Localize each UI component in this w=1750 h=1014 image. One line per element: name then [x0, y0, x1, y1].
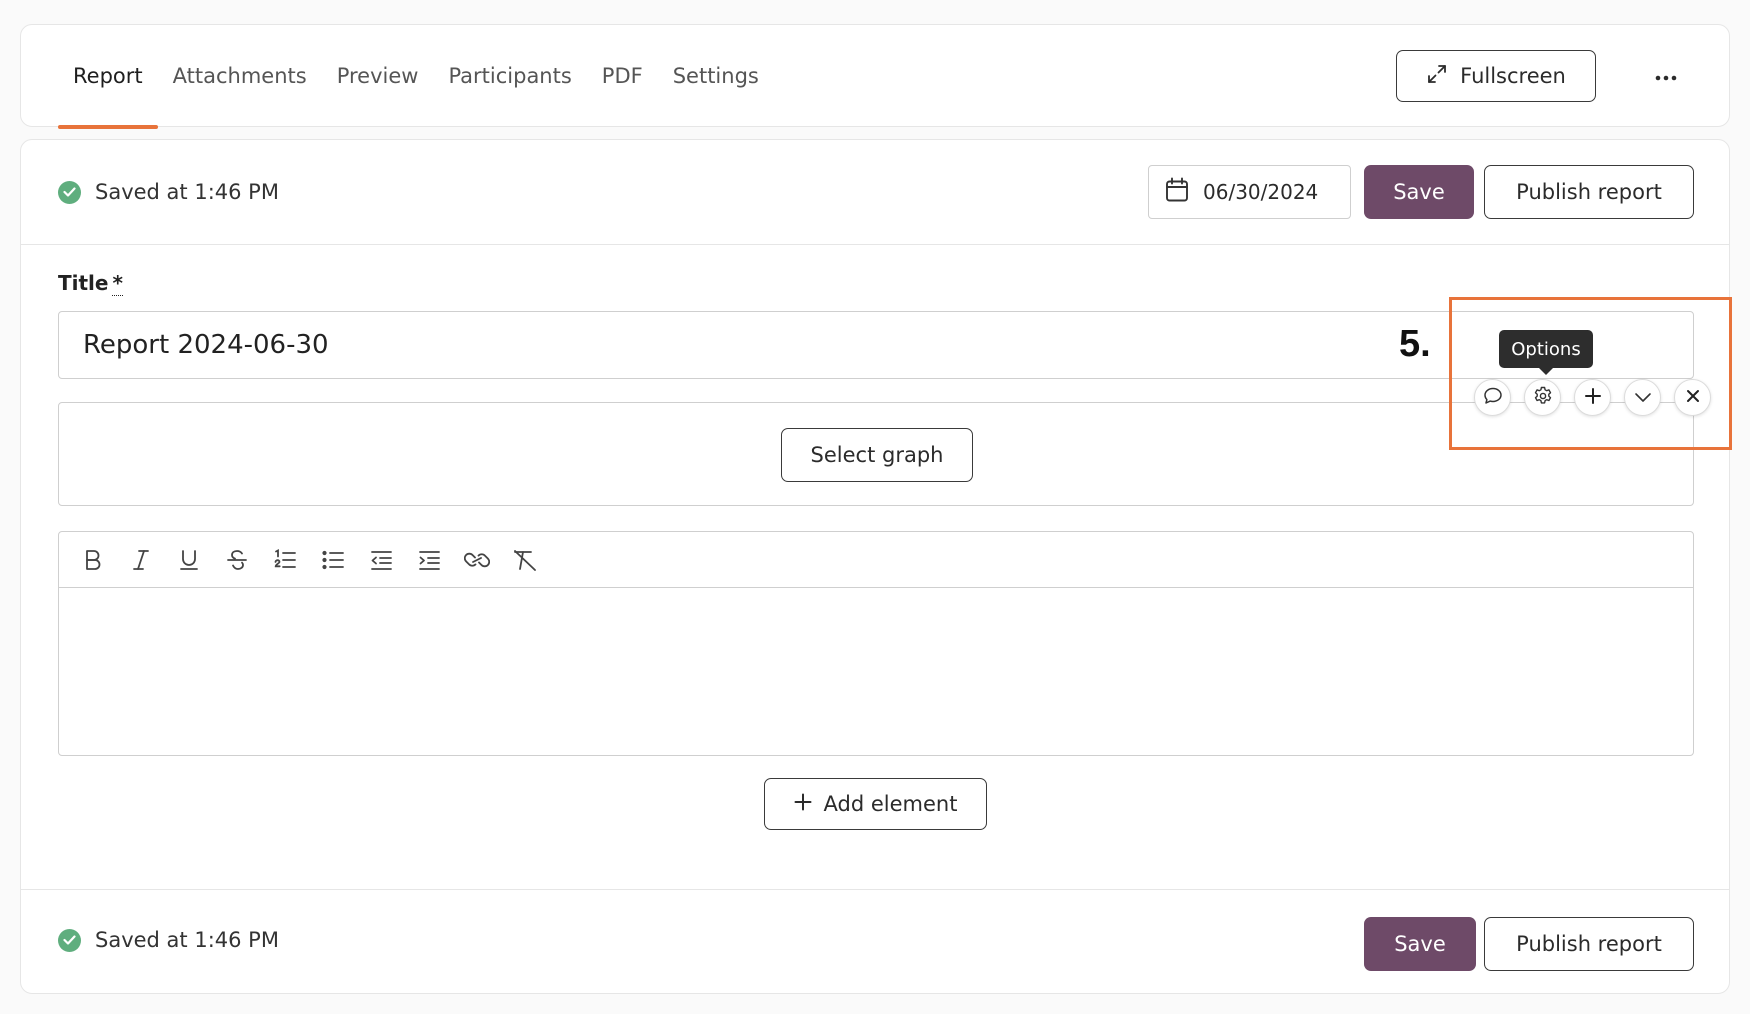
save-status-text: Saved at 1:46 PM — [95, 180, 279, 204]
close-icon — [1686, 388, 1700, 407]
calendar-icon — [1165, 177, 1189, 208]
collapse-button[interactable] — [1624, 379, 1661, 416]
options-button[interactable] — [1524, 379, 1561, 416]
save-status-text: Saved at 1:46 PM — [95, 928, 279, 952]
add-block-button[interactable] — [1574, 379, 1611, 416]
tab-list: Report Attachments Preview Participants … — [58, 25, 774, 129]
italic-icon[interactable] — [117, 540, 165, 580]
underline-icon[interactable] — [165, 540, 213, 580]
chevron-down-icon — [1634, 388, 1652, 407]
check-circle-icon — [58, 928, 81, 952]
indent-icon[interactable] — [405, 540, 453, 580]
fullscreen-label: Fullscreen — [1460, 64, 1566, 88]
more-options-button[interactable] — [1641, 55, 1691, 97]
title-label: Title * — [58, 271, 123, 296]
clear-format-icon[interactable] — [501, 540, 549, 580]
options-tooltip: Options — [1499, 330, 1593, 375]
fullscreen-button[interactable]: Fullscreen — [1396, 50, 1596, 102]
check-circle-icon — [58, 180, 81, 204]
editor-content[interactable] — [59, 588, 1693, 756]
save-status-bottom: Saved at 1:46 PM — [58, 928, 279, 952]
tab-bar: Report Attachments Preview Participants … — [20, 24, 1730, 129]
rich-text-editor — [58, 531, 1694, 756]
publish-report-button-bottom[interactable]: Publish report — [1484, 917, 1694, 971]
save-button-bottom[interactable]: Save — [1364, 917, 1476, 971]
tab-participants[interactable]: Participants — [433, 25, 586, 128]
bold-icon[interactable] — [69, 540, 117, 580]
divider — [21, 244, 1729, 245]
editor-toolbar — [59, 532, 1693, 588]
divider — [21, 889, 1729, 890]
comment-icon — [1483, 387, 1503, 409]
publish-report-button-top[interactable]: Publish report — [1484, 165, 1694, 219]
add-element-label: Add element — [823, 792, 958, 816]
strikethrough-icon[interactable] — [213, 540, 261, 580]
outdent-icon[interactable] — [357, 540, 405, 580]
add-element-button[interactable]: Add element — [764, 778, 987, 830]
expand-icon — [1426, 63, 1448, 90]
tab-report[interactable]: Report — [58, 25, 158, 129]
ordered-list-icon[interactable] — [261, 540, 309, 580]
save-button-top[interactable]: Save — [1364, 165, 1474, 219]
tab-settings[interactable]: Settings — [658, 25, 774, 128]
report-date-field[interactable]: 06/30/2024 — [1148, 165, 1351, 219]
step-label: 5. — [1399, 323, 1431, 365]
required-marker: * — [112, 271, 123, 296]
select-graph-button[interactable]: Select graph — [781, 428, 973, 482]
tab-preview[interactable]: Preview — [322, 25, 434, 128]
report-editor: Saved at 1:46 PM 06/30/2024 Save Publish… — [20, 139, 1730, 994]
plus-icon — [794, 792, 812, 816]
bullet-list-icon[interactable] — [309, 540, 357, 580]
tab-attachments[interactable]: Attachments — [158, 25, 322, 128]
tab-pdf[interactable]: PDF — [587, 25, 658, 128]
gear-icon — [1533, 386, 1553, 410]
highlight-box — [1449, 297, 1732, 450]
link-icon[interactable] — [453, 540, 501, 580]
save-status-top: Saved at 1:46 PM — [58, 180, 279, 204]
plus-icon — [1584, 387, 1602, 409]
date-value: 06/30/2024 — [1203, 180, 1319, 204]
comment-button[interactable] — [1474, 379, 1511, 416]
more-horizontal-icon — [1655, 69, 1677, 84]
remove-block-button[interactable] — [1674, 379, 1711, 416]
